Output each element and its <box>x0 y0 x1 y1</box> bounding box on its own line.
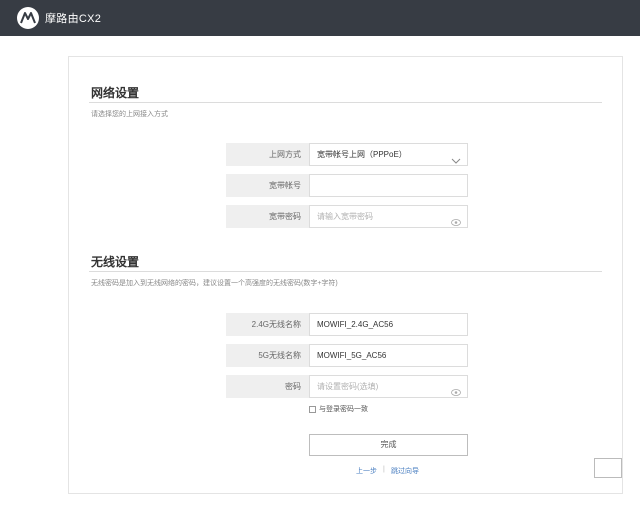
ssid5-label: 5G无线名称 <box>226 344 309 367</box>
wireless-password-row: 密码 请设置密码(选填) <box>226 375 468 398</box>
setup-card: 网络设置 请选择您的上网接入方式 上网方式 宽带帐号上网（PPPoE） 宽带帐号… <box>68 56 623 494</box>
account-input[interactable] <box>309 174 468 197</box>
skip-wizard-link[interactable]: 跳过向导 <box>391 466 419 476</box>
network-section-desc: 请选择您的上网接入方式 <box>91 111 168 118</box>
brand-title: 摩路由CX2 <box>45 13 102 25</box>
same-password-label: 与登录密码一致 <box>319 406 368 413</box>
overlay-box <box>594 458 622 478</box>
done-button[interactable]: 完成 <box>309 434 468 456</box>
ssid24-input[interactable]: MOWIFI_2.4G_AC56 <box>309 313 468 336</box>
password-row: 宽带密码 请输入宽带密码 <box>226 205 468 228</box>
account-label: 宽带帐号 <box>226 174 309 197</box>
password-label: 宽带密码 <box>226 205 309 228</box>
divider <box>89 102 602 103</box>
ssid24-row: 2.4G无线名称 MOWIFI_2.4G_AC56 <box>226 313 468 336</box>
eye-icon[interactable] <box>451 213 461 234</box>
wireless-password-input[interactable]: 请设置密码(选填) <box>309 375 468 398</box>
ssid5-input[interactable]: MOWIFI_5G_AC56 <box>309 344 468 367</box>
ssid5-row: 5G无线名称 MOWIFI_5G_AC56 <box>226 344 468 367</box>
chevron-down-icon <box>451 151 461 172</box>
conn-type-label: 上网方式 <box>226 143 309 166</box>
conn-type-select[interactable]: 宽带帐号上网（PPPoE） <box>309 143 468 166</box>
conn-type-row: 上网方式 宽带帐号上网（PPPoE） <box>226 143 468 166</box>
password-placeholder: 请输入宽带密码 <box>317 212 373 221</box>
account-row: 宽带帐号 <box>226 174 468 197</box>
wireless-section-title: 无线设置 <box>91 255 140 269</box>
link-separator: | <box>383 466 385 473</box>
eye-icon[interactable] <box>451 383 461 404</box>
motorola-logo-icon <box>17 7 39 29</box>
prev-step-link[interactable]: 上一步 <box>356 466 377 476</box>
wireless-password-placeholder: 请设置密码(选填) <box>317 382 379 391</box>
same-password-checkbox[interactable] <box>309 406 316 413</box>
divider <box>89 271 602 272</box>
wireless-section-desc: 无线密码是加入到无线网络的密码，建议设置一个高强度的无线密码(数字+字符) <box>91 280 338 287</box>
network-section-title: 网络设置 <box>91 86 140 100</box>
ssid24-label: 2.4G无线名称 <box>226 313 309 336</box>
wireless-password-label: 密码 <box>226 375 309 398</box>
top-bar: 摩路由CX2 <box>0 0 640 36</box>
password-input[interactable]: 请输入宽带密码 <box>309 205 468 228</box>
conn-type-value: 宽带帐号上网（PPPoE） <box>317 150 407 159</box>
